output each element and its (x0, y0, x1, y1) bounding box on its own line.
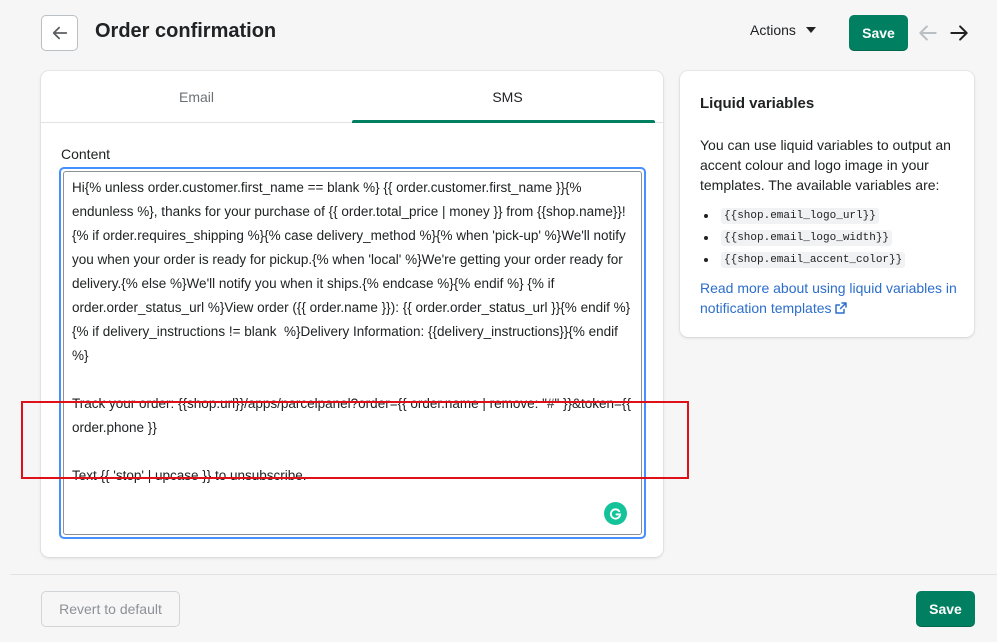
content-label: Content (61, 146, 111, 162)
variable-code: {{shop.email_logo_url}} (721, 208, 879, 224)
content-textarea[interactable]: Hi{% unless order.customer.first_name ==… (59, 167, 646, 539)
external-link-icon (835, 302, 848, 314)
save-button-top[interactable]: Save (849, 15, 908, 51)
content-text[interactable]: Hi{% unless order.customer.first_name ==… (72, 176, 638, 488)
page-title: Order confirmation (95, 20, 277, 42)
grammarly-icon[interactable] (604, 502, 627, 525)
back-button[interactable] (41, 15, 78, 51)
template-editor-card: Email SMS Content Hi{% unless order.cust… (41, 71, 663, 557)
list-item: {{shop.email_logo_width}} (704, 227, 905, 249)
list-item: {{shop.email_logo_url}} (704, 205, 905, 227)
variable-code: {{shop.email_accent_color}} (721, 252, 906, 268)
variable-code: {{shop.email_logo_width}} (721, 230, 893, 246)
template-tabs: Email SMS (41, 71, 663, 123)
revert-to-default-button[interactable]: Revert to default (41, 591, 180, 627)
save-button-bottom[interactable]: Save (916, 591, 975, 627)
tab-email[interactable]: Email (41, 71, 352, 122)
liquid-variables-card: Liquid variables You can use liquid vari… (680, 71, 974, 337)
previous-arrow-icon[interactable] (917, 22, 939, 44)
next-arrow-icon[interactable] (948, 22, 970, 44)
list-item: {{shop.email_accent_color}} (704, 249, 906, 271)
actions-label: Actions (750, 22, 796, 38)
variable-list: {{shop.email_logo_url}} {{shop.email_log… (704, 205, 906, 271)
link-text[interactable]: Read more about using liquid variables i… (700, 280, 957, 316)
liquid-docs-link[interactable]: Read more about using liquid variables i… (700, 278, 960, 318)
actions-menu-button[interactable]: Actions (750, 22, 816, 38)
footer-divider (10, 574, 997, 575)
caret-down-icon (805, 27, 816, 33)
arrow-left-icon (52, 26, 67, 40)
tab-sms[interactable]: SMS (352, 71, 663, 123)
sidebar-description: You can use liquid variables to output a… (700, 137, 951, 193)
sidebar-title: Liquid variables (700, 95, 815, 112)
